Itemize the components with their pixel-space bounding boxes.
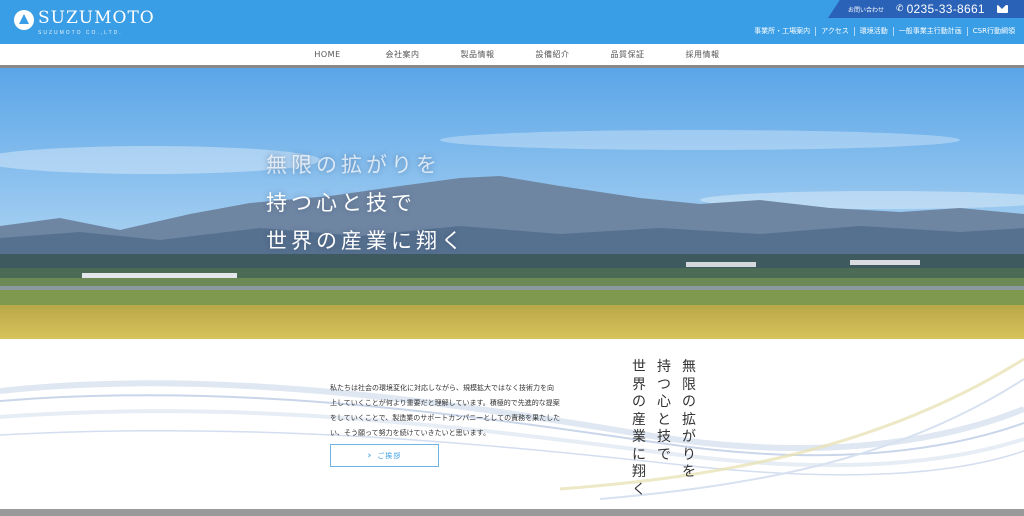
hero-line-2: 持つ心と技で: [266, 191, 416, 215]
nav-item-company[interactable]: 会社案内: [365, 44, 440, 66]
utility-link-offices[interactable]: 事業所・工場案内: [749, 27, 815, 36]
slogan-char: 無: [682, 359, 696, 375]
slogan-char: 持: [657, 359, 671, 375]
slogan-char: り: [682, 446, 696, 463]
intro-line-3: をしていくことで、製造業のサポートカンパニーとしての責務を果たした: [330, 414, 561, 422]
nav-items: HOME 会社案内 製品情報 設備紹介 品質保証 採用情報: [290, 44, 740, 66]
slogan-char: に: [632, 446, 646, 463]
logo-subtitle: SUZUMOTO CO.,LTD.: [38, 30, 123, 36]
contact-box[interactable]: お問い合わせ ✆ 0235-33-8661: [828, 0, 1024, 18]
utility-link-access[interactable]: アクセス: [815, 27, 854, 36]
slogan-char: で: [657, 446, 671, 463]
intro-section: 私たちは社会の環境変化に対応しながら、規模拡大ではなく技術力を向 上していくこと…: [0, 339, 1024, 509]
hero-slogan: 無限の拡がりを 持つ心と技で 世界の産業に翔く: [266, 146, 466, 260]
mail-icon[interactable]: [996, 5, 1008, 13]
intro-line-1: 私たちは社会の環境変化に対応しながら、規模拡大ではなく技術力を向: [330, 384, 554, 392]
slogan-char: 業: [632, 429, 646, 445]
footer-strip: [0, 509, 1024, 516]
slogan-char: く: [632, 481, 646, 498]
logo-mark-icon: [14, 10, 34, 30]
hero: 無限の拡がりを 持つ心と技で 世界の産業に翔く: [0, 68, 1024, 339]
slogan-char: の: [682, 394, 696, 410]
utility-link-action-plan[interactable]: 一般事業主行動計画: [892, 27, 967, 36]
slogan-char: 翔: [632, 464, 646, 480]
slogan-char: 限: [682, 376, 696, 393]
slogan-char: 技: [657, 429, 671, 445]
phone-icon: ✆: [896, 4, 904, 14]
intro-text: 私たちは社会の環境変化に対応しながら、規模拡大ではなく技術力を向 上していくこと…: [330, 381, 585, 441]
intro-line-2: 上していくことが何より重要だと理解しています。積極的で先進的な提案: [330, 399, 560, 407]
utility-link-csr[interactable]: CSR行動綱領: [966, 27, 1020, 36]
header-bar: SUZUMOTO SUZUMOTO CO.,LTD. お問い合わせ ✆ 0235…: [0, 0, 1024, 44]
utility-link-environment[interactable]: 環境活動: [853, 27, 893, 36]
phone-number[interactable]: 0235-33-8661: [907, 2, 985, 16]
slogan-char: を: [682, 464, 696, 480]
vertical-slogan-col-3: 世界の産業に翔く: [632, 359, 646, 499]
slogan-char: 世: [632, 359, 646, 375]
contact-label[interactable]: お問い合わせ: [848, 5, 884, 14]
slogan-char: 産: [632, 411, 646, 428]
nav-item-quality[interactable]: 品質保証: [590, 44, 665, 66]
nav-item-equipment[interactable]: 設備紹介: [515, 44, 590, 66]
nav-item-recruit[interactable]: 採用情報: [665, 44, 740, 66]
hero-landscape: [0, 68, 1024, 339]
intro-line-4: い、そう願って努力を続けていきたいと思います。: [330, 429, 490, 437]
greeting-button-label: ご挨拶: [377, 451, 402, 460]
greeting-button[interactable]: › ご挨拶: [330, 444, 439, 467]
slogan-char: 心: [657, 394, 671, 410]
logo[interactable]: SUZUMOTO SUZUMOTO CO.,LTD.: [14, 8, 155, 36]
nav-item-home[interactable]: HOME: [290, 44, 365, 66]
vertical-slogan-col-2: 持つ心と技で: [657, 359, 671, 464]
hero-line-1: 無限の拡がりを: [266, 153, 441, 177]
logo-text: SUZUMOTO SUZUMOTO CO.,LTD.: [38, 8, 155, 36]
slogan-char: つ: [657, 376, 671, 393]
hero-line-3: 世界の産業に翔く: [266, 229, 466, 253]
main-nav: HOME 会社案内 製品情報 設備紹介 品質保証 採用情報: [0, 44, 1024, 66]
slogan-char: 界: [632, 376, 646, 393]
slogan-char: が: [682, 429, 696, 445]
slogan-char: の: [632, 394, 646, 410]
utility-links: 事業所・工場案内 アクセス 環境活動 一般事業主行動計画 CSR行動綱領: [749, 27, 1020, 36]
nav-item-products[interactable]: 製品情報: [440, 44, 515, 66]
slogan-char: 拡: [682, 411, 696, 428]
slogan-char: と: [657, 411, 671, 428]
logo-name: SUZUMOTO: [38, 8, 155, 28]
vertical-slogan-col-1: 無限の拡がりを: [682, 359, 696, 482]
chevron-right-icon: ›: [367, 450, 372, 461]
